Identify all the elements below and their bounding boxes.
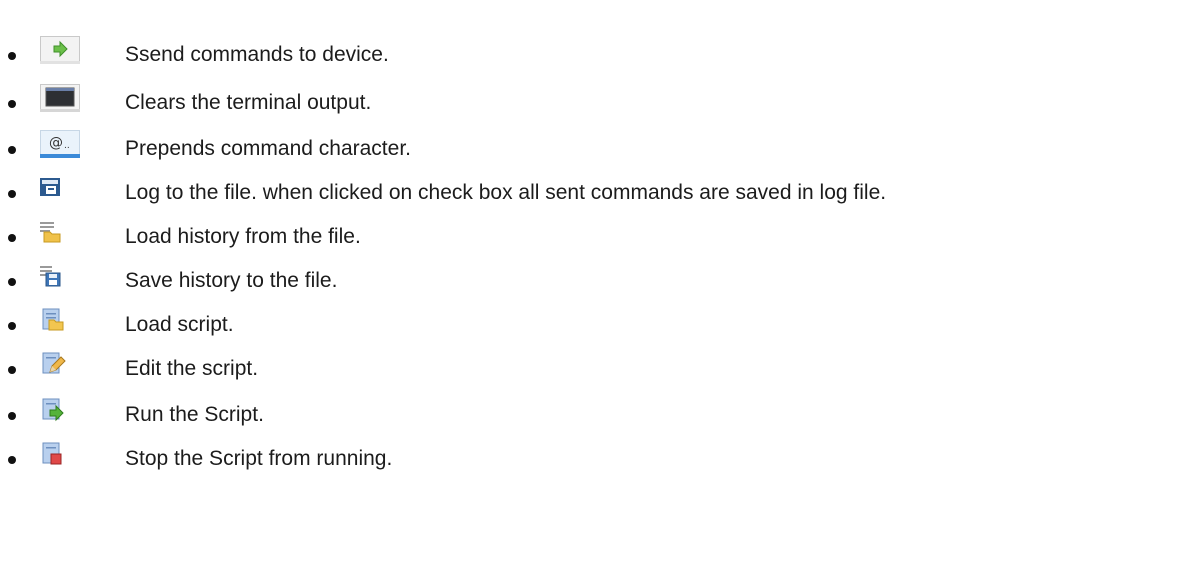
list-item: Clears the terminal output. [0, 76, 1192, 116]
list-item-text: Prepends command character. [125, 137, 411, 160]
history-save-icon [40, 262, 80, 290]
list-item-text: Ssend commands to device. [125, 43, 389, 66]
list-item: Ssend commands to device. [0, 28, 1192, 68]
script-edit-icon [40, 350, 80, 378]
bullet [8, 100, 16, 108]
list-item-text: Log to the file. when clicked on check b… [125, 181, 887, 204]
script-stop-icon [40, 440, 80, 468]
list-item-text: Run the Script. [125, 403, 264, 426]
list-item: Stop the Script from running. [0, 432, 1192, 472]
bullet [8, 146, 16, 154]
list-item-text: Edit the script. [125, 357, 259, 380]
bullet [8, 52, 16, 60]
send-arrow-icon [40, 36, 80, 64]
list-item: Load history from the file. [0, 210, 1192, 250]
bullet [8, 322, 16, 330]
list-item: Log to the file. when clicked on check b… [0, 166, 1192, 206]
bullet [8, 278, 16, 286]
script-run-icon [40, 396, 80, 424]
terminal-window-icon [40, 84, 80, 112]
bullet [8, 234, 16, 242]
list-item: Load script. [0, 298, 1192, 338]
history-load-icon [40, 218, 80, 246]
list-item: Edit the script. [0, 342, 1192, 382]
svg-text:..: .. [64, 141, 70, 151]
list-item-text: Save history to the file. [125, 269, 338, 292]
list-item-text: Stop the Script from running. [125, 447, 393, 470]
list-item-text: Clears the terminal output. [125, 91, 372, 114]
script-load-icon [40, 306, 80, 334]
list-item: Run the Script. [0, 388, 1192, 428]
at-command-character-icon: @ .. [40, 130, 80, 158]
list-item: @ .. Prepends command character. [0, 122, 1192, 162]
list-item-text: Load history from the file. [125, 225, 361, 248]
bullet [8, 412, 16, 420]
list-item: Save history to the file. [0, 254, 1192, 294]
bullet [8, 190, 16, 198]
svg-text:@: @ [49, 135, 63, 151]
list-item-text: Load script. [125, 313, 234, 336]
log-save-icon [40, 174, 80, 202]
bullet [8, 366, 16, 374]
bullet [8, 456, 16, 464]
